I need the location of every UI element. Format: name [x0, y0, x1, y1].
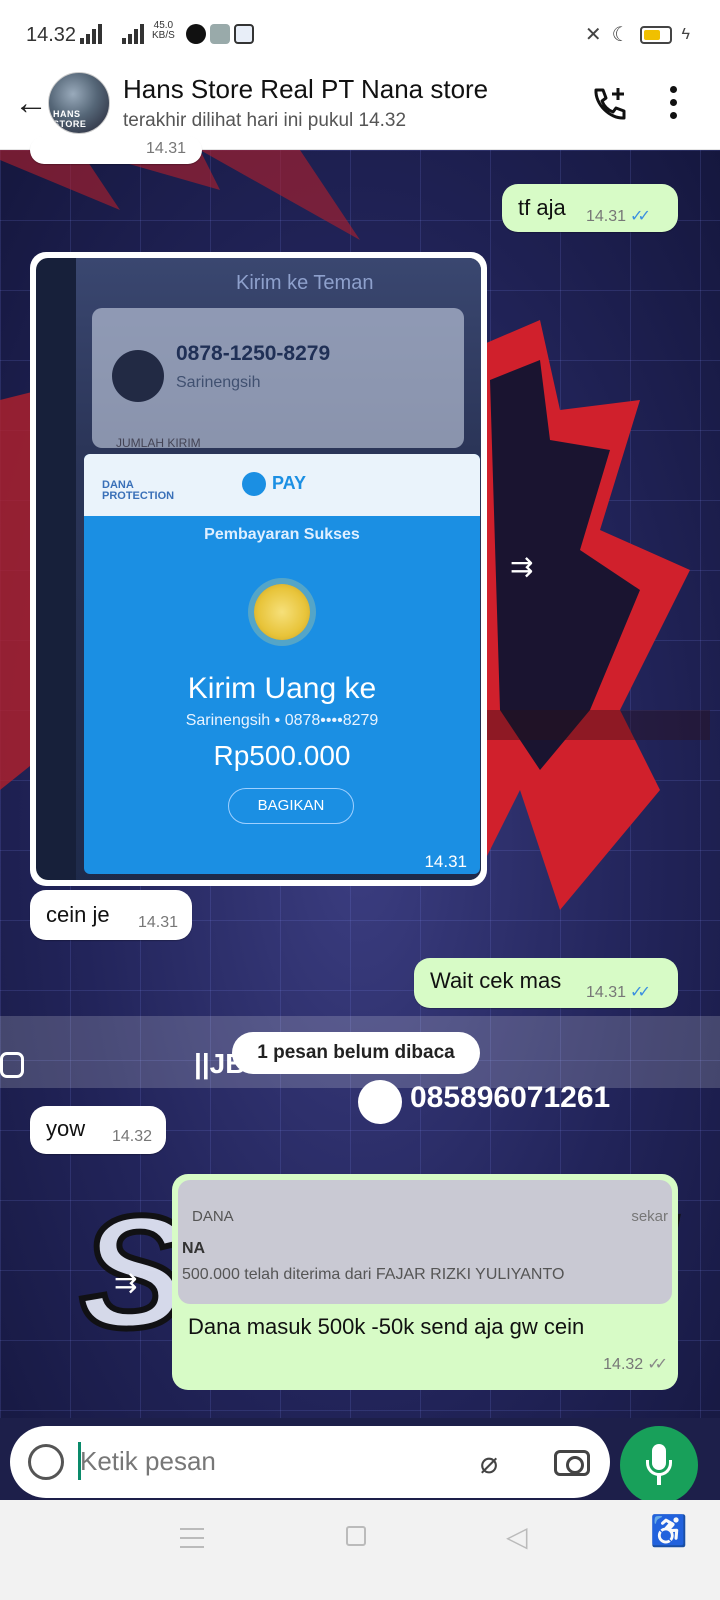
signal-4g-icon	[122, 24, 144, 44]
recents-icon[interactable]	[180, 1528, 204, 1548]
message-cein-je[interactable]: cein je 14.31	[30, 890, 192, 940]
net-speed: 45.0 KB/S	[152, 20, 175, 41]
spotify-icon	[186, 24, 206, 44]
sticker-icon[interactable]	[28, 1444, 64, 1480]
vibrate-off-icon: ✕	[584, 24, 602, 46]
message-yow[interactable]: yow 14.32	[30, 1106, 166, 1154]
read-ticks-icon: ✓✓	[630, 208, 651, 225]
system-nav-bar: ◁ ♿	[0, 1500, 720, 1600]
avatar[interactable]: HANS STORE	[48, 72, 110, 134]
composer: Ketik pesan ⌀	[0, 1418, 720, 1504]
notification-screenshot[interactable]: DANA sekar NA 500.000 telah diterima dar…	[178, 1180, 672, 1304]
add-call-icon[interactable]	[590, 84, 630, 124]
charging-icon: ϟ	[681, 25, 690, 43]
notification-app-icon	[234, 24, 254, 44]
attach-icon[interactable]: ⌀	[480, 1446, 498, 1481]
payment-screenshot[interactable]: Kirim ke Teman 0878-1250-8279 Sarinengsi…	[36, 258, 481, 880]
more-options-icon[interactable]	[668, 86, 678, 122]
app-icon	[210, 24, 230, 44]
unread-label: 1 pesan belum dibaca	[232, 1032, 480, 1074]
message-placeholder[interactable]: Ketik pesan	[80, 1446, 216, 1477]
forward-icon[interactable]: ⇉	[510, 550, 533, 583]
mic-button[interactable]	[620, 1426, 698, 1504]
moon-icon: ☾	[611, 24, 630, 46]
back-arrow-icon[interactable]: ←	[14, 86, 48, 120]
status-bar: 14.32 45.0 KB/S ✕ ☾ ϟ	[0, 0, 720, 66]
message-partial[interactable]: 14.31	[30, 136, 202, 164]
message-wait-cek[interactable]: Wait cek mas 14.31 ✓✓	[414, 958, 678, 1008]
status-right: ✕ ☾ ϟ	[585, 22, 690, 47]
sun-icon	[254, 584, 310, 640]
home-icon[interactable]	[346, 1526, 366, 1546]
status-time: 14.32	[26, 24, 77, 46]
chat-screen: 14.32 45.0 KB/S ✕ ☾ ϟ ← HANS STORE Hans S…	[0, 0, 720, 1600]
signal-icon	[80, 24, 102, 44]
message-image[interactable]: Kirim ke Teman 0878-1250-8279 Sarinengsi…	[30, 252, 487, 886]
battery-icon	[639, 25, 672, 44]
message-dana[interactable]: DANA sekar NA 500.000 telah diterima dar…	[172, 1174, 678, 1390]
message-tf-aja[interactable]: tf aja 14.31 ✓✓	[502, 184, 678, 232]
delivered-ticks-icon: ✓✓	[647, 1356, 668, 1373]
last-seen: terakhir dilihat hari ini pukul 14.32	[123, 110, 407, 131]
read-ticks-icon: ✓✓	[630, 984, 651, 1001]
message-input[interactable]: Ketik pesan ⌀	[10, 1426, 610, 1498]
forward-icon[interactable]: ⇉	[114, 1266, 137, 1299]
back-triangle-icon[interactable]: ◁	[506, 1520, 528, 1553]
accessibility-icon[interactable]: ♿	[650, 1514, 687, 1549]
camera-icon[interactable]	[554, 1450, 590, 1476]
contact-name[interactable]: Hans Store Real PT Nana store	[123, 74, 488, 105]
